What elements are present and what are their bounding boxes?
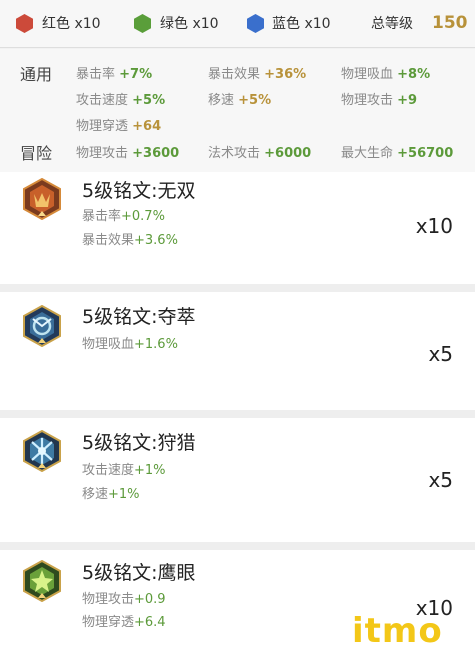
rune-stat: 暴击效果+3.6% (82, 233, 178, 248)
rune-red-icon (22, 178, 62, 220)
general-section-title: 通用 (20, 65, 53, 84)
rune-stat: 物理穿透+6.4 (82, 615, 166, 630)
total-level-label: 总等级 (371, 16, 413, 32)
rune-stat: 攻击速度+1% (82, 463, 166, 478)
summary-stat: 暴击率 +7% (76, 67, 153, 82)
blue-gem-icon (247, 14, 264, 33)
red-gem-count: 红色 x10 (42, 16, 101, 32)
total-level-value: 150 (432, 13, 468, 33)
green-gem-count: 绿色 x10 (160, 16, 219, 32)
rune-name: 5级铭文:鹰眼 (82, 562, 196, 584)
site-watermark: itmo (352, 611, 443, 651)
summary-stat: 攻击速度 +5% (76, 93, 166, 108)
rune-name: 5级铭文:夺萃 (82, 306, 196, 328)
summary-stat: 物理吸血 +8% (341, 67, 431, 82)
summary-stat: 最大生命 +56700 (341, 146, 454, 161)
rune-stat: 物理攻击+0.9 (82, 592, 166, 607)
rune-count: x5 (428, 342, 453, 366)
rune-stat: 移速+1% (82, 487, 140, 502)
summary-stat: 法术攻击 +6000 (208, 146, 312, 161)
rune-count: x10 (415, 214, 453, 238)
attribute-summary: 通用 暴击率 +7% 暴击效果 +36% 物理吸血 +8% 攻击速度 +5% 移… (0, 49, 475, 172)
summary-stat: 物理穿透 +64 (76, 119, 162, 134)
list-divider (0, 410, 475, 418)
rune-summary-bar: 红色 x10 绿色 x10 蓝色 x10 总等级 150 (0, 0, 475, 48)
rune-blue-icon (22, 430, 62, 472)
red-gem-icon (16, 14, 33, 33)
summary-stat: 物理攻击 +3600 (76, 146, 180, 161)
rune-list-item[interactable]: 5级铭文:夺萃 物理吸血+1.6% x5 (0, 292, 475, 410)
rune-list-item[interactable]: 5级铭文:无双 暴击率+0.7% 暴击效果+3.6% x10 (0, 172, 475, 284)
rune-list-item[interactable]: 5级铭文:狩猎 攻击速度+1% 移速+1% x5 (0, 418, 475, 542)
blue-gem-count: 蓝色 x10 (272, 16, 331, 32)
summary-stat: 物理攻击 +9 (341, 93, 418, 108)
rune-count: x5 (428, 468, 453, 492)
summary-stat: 移速 +5% (208, 93, 272, 108)
rune-name: 5级铭文:无双 (82, 180, 196, 202)
summary-stat: 暴击效果 +36% (208, 67, 307, 82)
rune-stat: 物理吸血+1.6% (82, 337, 178, 352)
rune-stat: 暴击率+0.7% (82, 209, 165, 224)
rune-name: 5级铭文:狩猎 (82, 432, 196, 454)
list-divider (0, 284, 475, 292)
green-gem-icon (134, 14, 151, 33)
rune-blue-icon (22, 305, 62, 347)
rune-green-icon (22, 560, 62, 602)
adventure-section-title: 冒险 (20, 144, 53, 163)
list-divider (0, 542, 475, 550)
